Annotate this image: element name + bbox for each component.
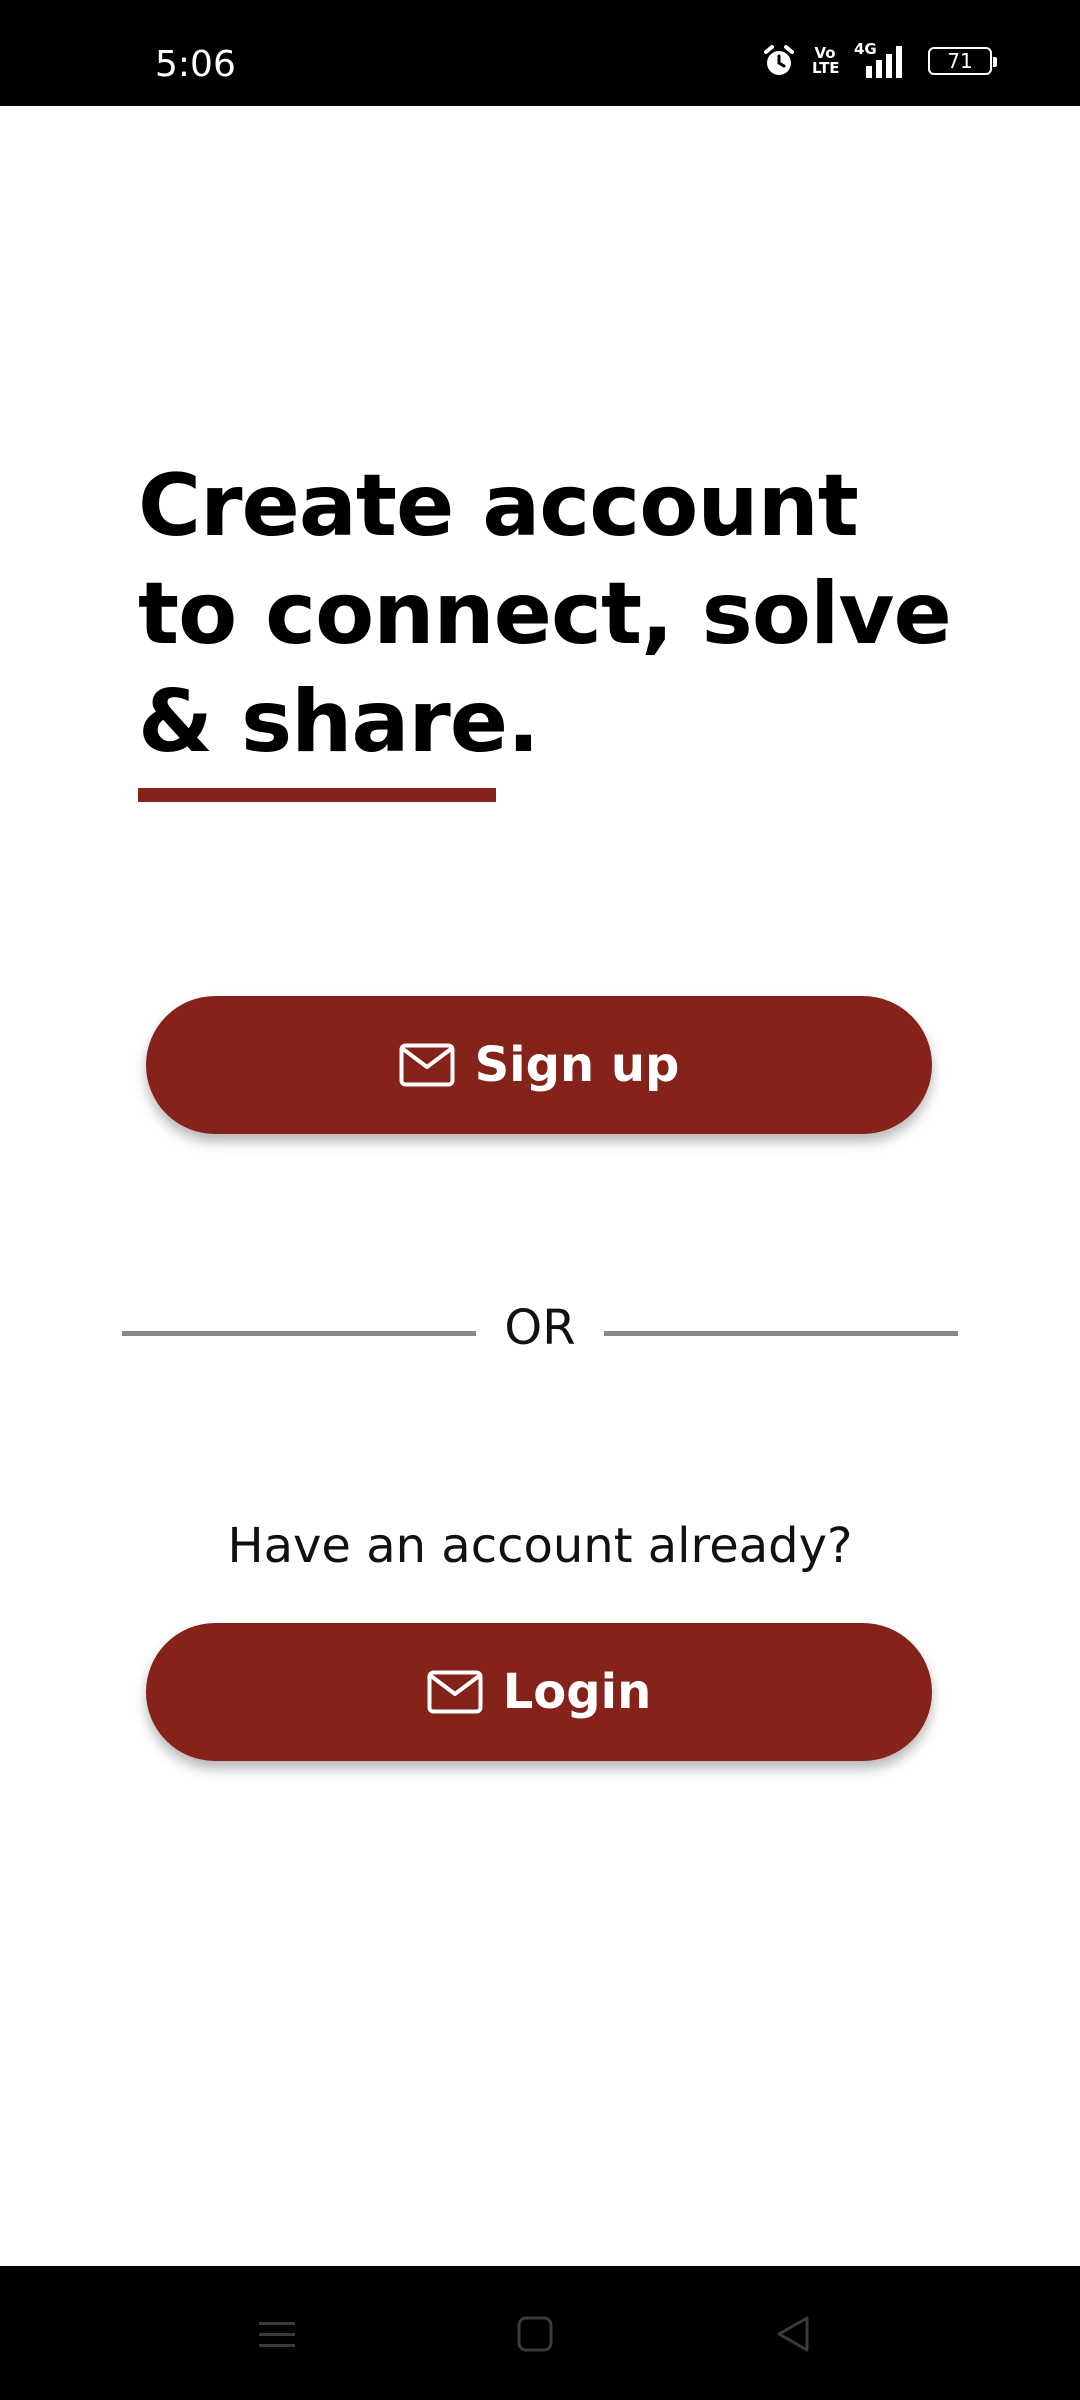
home-square-icon (517, 2316, 553, 2352)
mail-icon (399, 1043, 455, 1087)
title-line-3: & share. (138, 672, 540, 772)
signup-button[interactable]: Sign up (146, 996, 932, 1134)
mail-icon (427, 1670, 483, 1714)
login-prompt: Have an account already? (227, 1518, 853, 1574)
page-title: Create account to connect, solve & share… (138, 452, 952, 776)
status-bar: 5:06 Vo LTE 4G 71 (0, 0, 1080, 106)
signup-button-label: Sign up (474, 1037, 680, 1093)
title-accent-underline (138, 788, 496, 802)
login-button-label: Login (502, 1664, 652, 1720)
status-time: 5:06 (155, 44, 236, 85)
menu-button[interactable] (251, 2308, 303, 2360)
signup-screen: 5:06 Vo LTE 4G 71 Create account to conn… (0, 0, 1080, 2400)
divider-right (604, 1331, 958, 1336)
home-button[interactable] (509, 2308, 561, 2360)
system-nav-bar (0, 2266, 1080, 2400)
back-button[interactable] (767, 2308, 819, 2360)
signal-4g-icon: 4G (854, 40, 912, 78)
battery-level: 71 (947, 49, 973, 73)
status-icons: Vo LTE 4G 71 (762, 40, 997, 78)
title-line-2: to connect, solve (138, 564, 952, 664)
title-line-1: Create account (138, 456, 859, 556)
divider-left (122, 1331, 476, 1336)
back-triangle-icon (777, 2316, 809, 2352)
battery-icon: 71 (928, 47, 997, 75)
volte-icon: Vo LTE (812, 46, 840, 77)
menu-icon (259, 2322, 295, 2347)
alarm-icon (764, 45, 794, 75)
divider-or-text: OR (504, 1300, 576, 1356)
login-button[interactable]: Login (146, 1623, 932, 1761)
volte-bottom-label: LTE (812, 59, 840, 77)
